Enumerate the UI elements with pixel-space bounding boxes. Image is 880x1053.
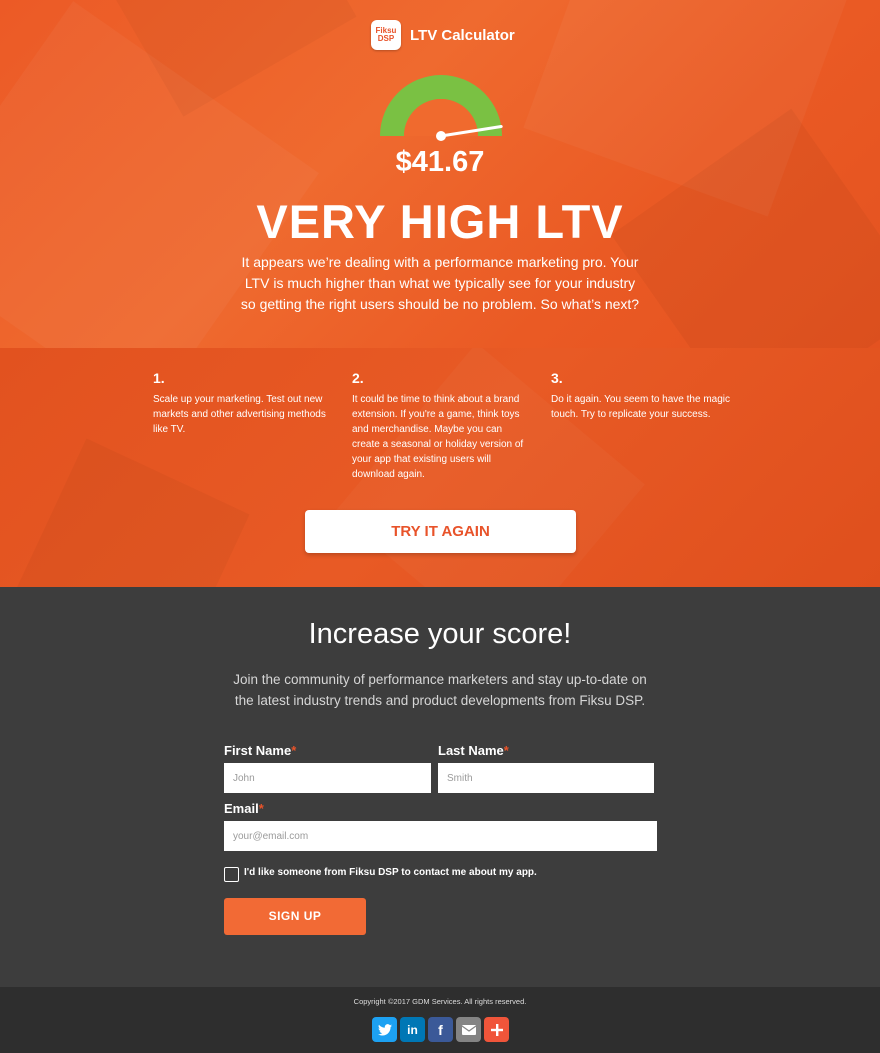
required-mark: * [291, 743, 297, 758]
step-text: Scale up your marketing. Test out new ma… [153, 394, 326, 435]
first-name-field[interactable] [224, 763, 431, 793]
gauge-pivot [436, 131, 446, 141]
step-1: 1. Scale up your marketing. Test out new… [153, 370, 333, 437]
step-2: 2. It could be time to think about a bra… [352, 370, 532, 482]
email-field[interactable] [224, 821, 657, 851]
app-title: LTV Calculator [410, 26, 515, 44]
twitter-icon [377, 1023, 392, 1036]
step-number: 1. [153, 370, 165, 386]
first-name-label: First Name* [224, 743, 297, 758]
last-name-label: Last Name* [438, 743, 509, 758]
facebook-share-button[interactable]: f [428, 1017, 453, 1042]
try-again-button[interactable]: TRY IT AGAIN [305, 510, 576, 553]
facebook-icon: f [438, 1021, 443, 1038]
ltv-headline: VERY HIGH LTV [256, 195, 624, 248]
brand-header: Fiksu DSP LTV Calculator [371, 20, 515, 50]
step-number: 3. [551, 370, 563, 386]
signup-description: Join the community of performance market… [233, 672, 647, 708]
linkedin-icon: in [407, 1022, 418, 1037]
step-text: It could be time to think about a brand … [352, 394, 524, 480]
step-3: 3. Do it again. You seem to have the mag… [551, 370, 731, 422]
email-icon [461, 1024, 476, 1035]
sign-up-button[interactable]: SIGN UP [224, 898, 366, 935]
ltv-value: $41.67 [395, 146, 485, 178]
email-label: Email* [224, 801, 264, 816]
copyright-text: Copyright ©2017 GDM Services. All rights… [353, 997, 527, 1006]
step-number: 2. [352, 370, 364, 386]
last-name-field[interactable] [438, 763, 654, 793]
required-mark: * [258, 801, 264, 816]
contact-me-checkbox[interactable] [224, 867, 239, 882]
required-mark: * [503, 743, 509, 758]
signup-title: Increase your score! [308, 618, 572, 650]
email-share-button[interactable] [456, 1017, 481, 1042]
ltv-gauge [380, 75, 503, 141]
step-text: Do it again. You seem to have the magic … [551, 394, 731, 420]
fiksu-dsp-logo: Fiksu DSP [371, 20, 401, 50]
twitter-share-button[interactable] [372, 1017, 397, 1042]
share-bar: in f [372, 1017, 512, 1042]
more-share-button[interactable] [484, 1017, 509, 1042]
more-share-icon [490, 1023, 503, 1036]
linkedin-share-button[interactable]: in [400, 1017, 425, 1042]
ltv-description: It appears we’re dealing with a performa… [240, 254, 640, 312]
contact-me-label: I'd like someone from Fiksu DSP to conta… [244, 867, 537, 878]
